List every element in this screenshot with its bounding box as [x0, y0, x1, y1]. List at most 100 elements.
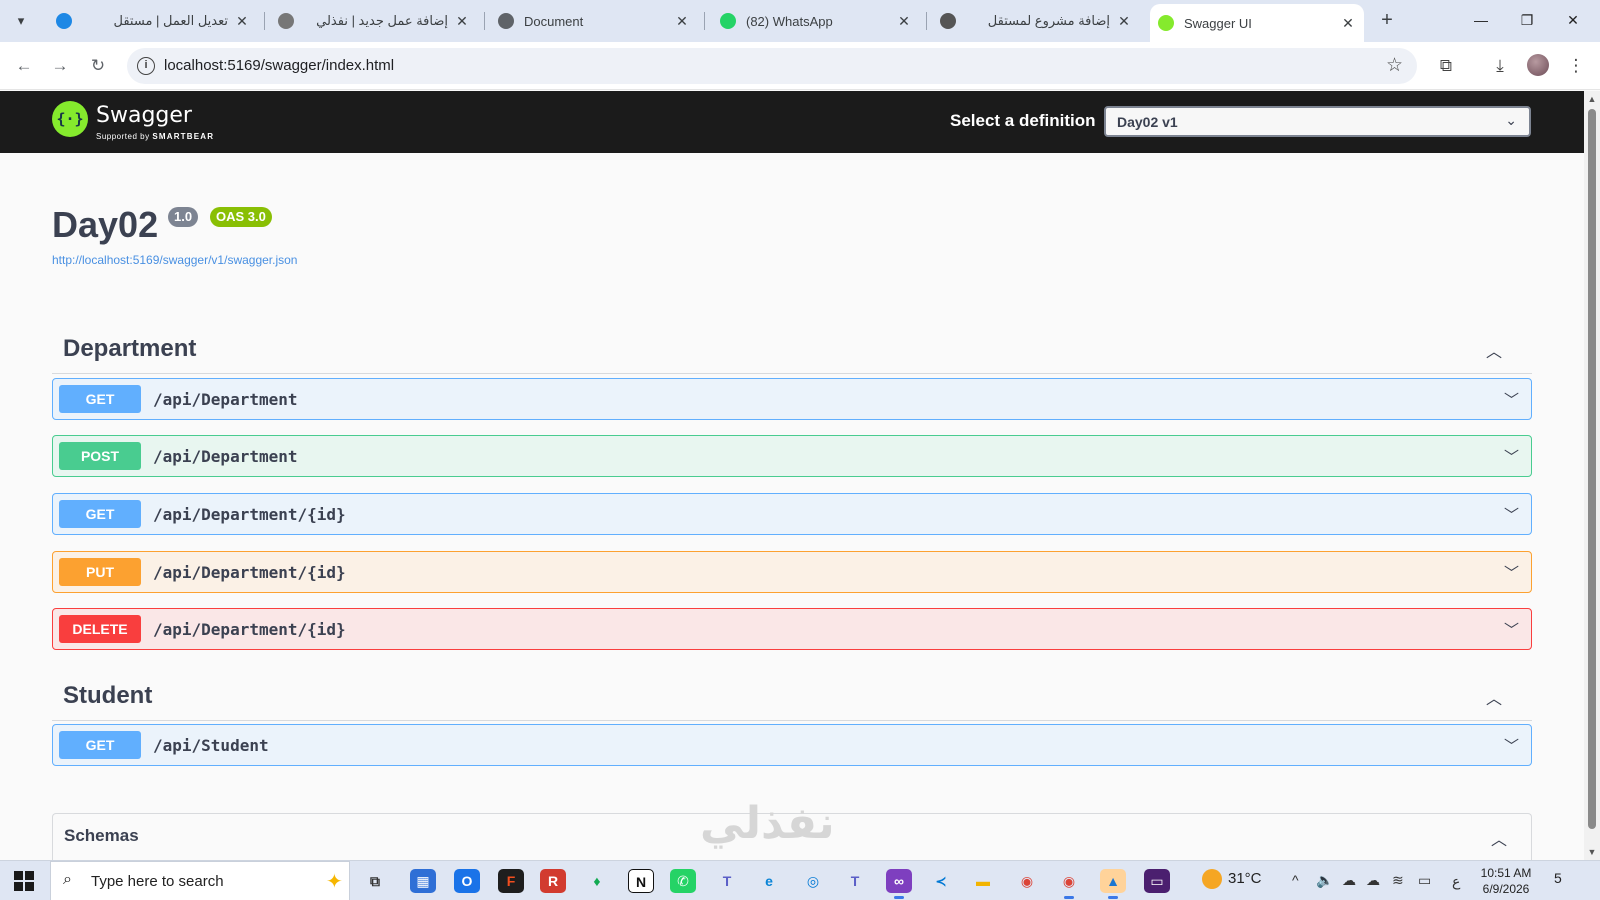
task-view-icon[interactable]: ⧉	[362, 869, 388, 893]
close-tab-icon[interactable]: ✕	[896, 13, 912, 30]
close-tab-icon[interactable]: ✕	[454, 13, 470, 30]
close-window-icon[interactable]: ✕	[1550, 0, 1596, 40]
minimize-window-icon[interactable]: —	[1458, 0, 1504, 40]
operation-put-department-id[interactable]: PUT /api/Department/{id} ﹀	[52, 551, 1532, 593]
cloud-sync-icon[interactable]: ☁	[1342, 872, 1356, 889]
site-info-icon[interactable]: i	[137, 57, 155, 75]
forward-arrow-icon[interactable]: →	[46, 52, 74, 80]
profile-avatar[interactable]	[1527, 54, 1549, 76]
tab-swagger-ui[interactable]: Swagger UI ✕	[1150, 4, 1364, 42]
new-tab-button[interactable]: +	[1374, 8, 1400, 34]
mongodb-icon[interactable]: ♦	[584, 869, 610, 893]
globe-icon	[498, 13, 514, 29]
chrome-icon[interactable]: ◉	[1014, 869, 1040, 893]
operation-delete-department-id[interactable]: DELETE /api/Department/{id} ﹀	[52, 608, 1532, 650]
close-tab-icon[interactable]: ✕	[1116, 13, 1132, 30]
scroll-up-arrow-icon[interactable]: ▲	[1584, 91, 1600, 107]
definition-select[interactable]: Day02 v1 ⌄	[1104, 106, 1531, 137]
chrome-profile-icon[interactable]: ◉	[1056, 869, 1082, 899]
browser-menu-icon[interactable]: ⋮	[1562, 52, 1590, 80]
winrar-icon[interactable]: R	[540, 869, 566, 893]
microsoft-store-icon[interactable]: ▦	[410, 869, 436, 893]
chevron-up-icon[interactable]: ︿	[1486, 685, 1502, 709]
method-badge: GET	[59, 731, 141, 759]
system-clock[interactable]: 10:51 AM 6/9/2026	[1468, 865, 1544, 897]
spec-url-link[interactable]: http://localhost:5169/swagger/v1/swagger…	[52, 253, 297, 267]
sun-icon	[1202, 869, 1222, 889]
chevron-down-icon[interactable]: ﹀	[1504, 619, 1519, 640]
supported-by-smartbear: Supported by SMARTBEAR	[96, 132, 214, 141]
method-badge: DELETE	[59, 615, 141, 643]
visual-studio-icon[interactable]: ∞	[886, 869, 912, 899]
operation-get-department[interactable]: GET /api/Department ﹀	[52, 378, 1532, 420]
operation-post-department[interactable]: POST /api/Department ﹀	[52, 435, 1532, 477]
windows-start-icon[interactable]	[14, 871, 34, 891]
language-indicator[interactable]: ع	[1452, 873, 1460, 890]
scrollbar-thumb[interactable]	[1588, 109, 1596, 829]
swagger-favicon-icon	[1158, 15, 1174, 31]
page-scrollbar[interactable]: ▲ ▼	[1584, 91, 1600, 860]
tab-title: Document	[524, 13, 584, 29]
close-tab-icon[interactable]: ✕	[674, 13, 690, 30]
onedrive-icon[interactable]: ☁	[1366, 872, 1380, 889]
volume-icon[interactable]: 🔈	[1316, 872, 1333, 889]
restore-window-icon[interactable]: ❐	[1504, 0, 1550, 40]
battery-icon[interactable]: ▭	[1418, 872, 1431, 889]
address-bar[interactable]: i localhost:5169/swagger/index.html ☆	[127, 48, 1417, 84]
close-tab-icon[interactable]: ✕	[234, 13, 250, 30]
chevron-down-icon[interactable]: ﹀	[1504, 389, 1519, 410]
chevron-up-icon[interactable]: ︿	[1491, 826, 1507, 850]
tab-document[interactable]: Document ✕	[490, 6, 698, 36]
tab-nafezly-add[interactable]: إضافة عمل جديد | نفذلي ✕	[270, 6, 478, 36]
tab-mostaql-add-project[interactable]: إضافة مشروع لمستقل ✕	[932, 6, 1140, 36]
file-explorer-icon[interactable]: ▬	[970, 869, 996, 893]
clock-date: 6/9/2026	[1482, 882, 1530, 896]
operation-path: /api/Department/{id}	[153, 505, 346, 524]
tab-whatsapp[interactable]: (82) WhatsApp ✕	[712, 6, 920, 36]
supported-by-text: Supported by	[96, 132, 150, 141]
teams-icon[interactable]: T	[714, 869, 740, 893]
terminal-icon[interactable]: ▭	[1144, 869, 1170, 893]
back-arrow-icon[interactable]: ←	[10, 52, 38, 80]
extensions-puzzle-icon[interactable]: ⧉	[1432, 52, 1460, 80]
scroll-down-arrow-icon[interactable]: ▼	[1584, 844, 1600, 860]
chevron-up-icon[interactable]: ︿	[1486, 338, 1502, 362]
tab-separator	[484, 12, 485, 30]
operation-get-student[interactable]: GET /api/Student ﹀	[52, 724, 1532, 766]
whatsapp-icon	[720, 13, 736, 29]
taskbar-search-box[interactable]: ⌕ Type here to search ✦	[50, 861, 350, 900]
tag-student[interactable]: Student ︿	[52, 673, 1532, 721]
photos-icon[interactable]: ▲	[1100, 869, 1126, 899]
tab-search-button[interactable]: ▾	[9, 9, 33, 33]
outlook-icon[interactable]: O	[454, 869, 480, 893]
notion-icon[interactable]: N	[628, 869, 654, 893]
tab-mostaql-edit[interactable]: تعديل العمل | مستقل ✕	[48, 6, 258, 36]
url-text[interactable]: localhost:5169/swagger/index.html	[164, 57, 394, 74]
operation-get-department-id[interactable]: GET /api/Department/{id} ﹀	[52, 493, 1532, 535]
download-icon[interactable]: ⤓	[1486, 52, 1514, 80]
whatsapp-app-icon[interactable]: ✆	[670, 869, 696, 893]
method-badge: GET	[59, 385, 141, 413]
reload-icon[interactable]: ↻	[84, 52, 112, 80]
close-tab-icon[interactable]: ✕	[1340, 15, 1356, 32]
chevron-down-icon[interactable]: ﹀	[1504, 504, 1519, 525]
edge-icon[interactable]: e	[756, 869, 782, 893]
weather-widget[interactable]: 31°C	[1202, 869, 1262, 889]
wifi-icon[interactable]: ≋	[1392, 872, 1404, 889]
notification-center-icon[interactable]: 5	[1554, 870, 1576, 890]
bookmark-star-icon[interactable]: ☆	[1386, 54, 1403, 77]
figma-icon[interactable]: F	[498, 869, 524, 893]
chevron-down-icon[interactable]: ﹀	[1504, 446, 1519, 467]
chevron-down-icon[interactable]: ﹀	[1504, 562, 1519, 583]
operation-path: /api/Student	[153, 736, 269, 755]
tag-name: Department	[63, 335, 197, 362]
outlook-new-icon[interactable]: ◎	[800, 869, 826, 893]
tag-department[interactable]: Department ︿	[52, 326, 1532, 374]
copilot-sparkle-icon[interactable]: ✦	[326, 869, 343, 894]
chevron-down-icon[interactable]: ﹀	[1504, 735, 1519, 756]
chevron-down-icon: ⌄	[1505, 112, 1517, 128]
show-hidden-icons-chevron-icon[interactable]: ^	[1292, 872, 1299, 888]
method-badge: PUT	[59, 558, 141, 586]
teams-classic-icon[interactable]: T	[842, 869, 868, 893]
vscode-icon[interactable]: ≺	[928, 869, 954, 893]
